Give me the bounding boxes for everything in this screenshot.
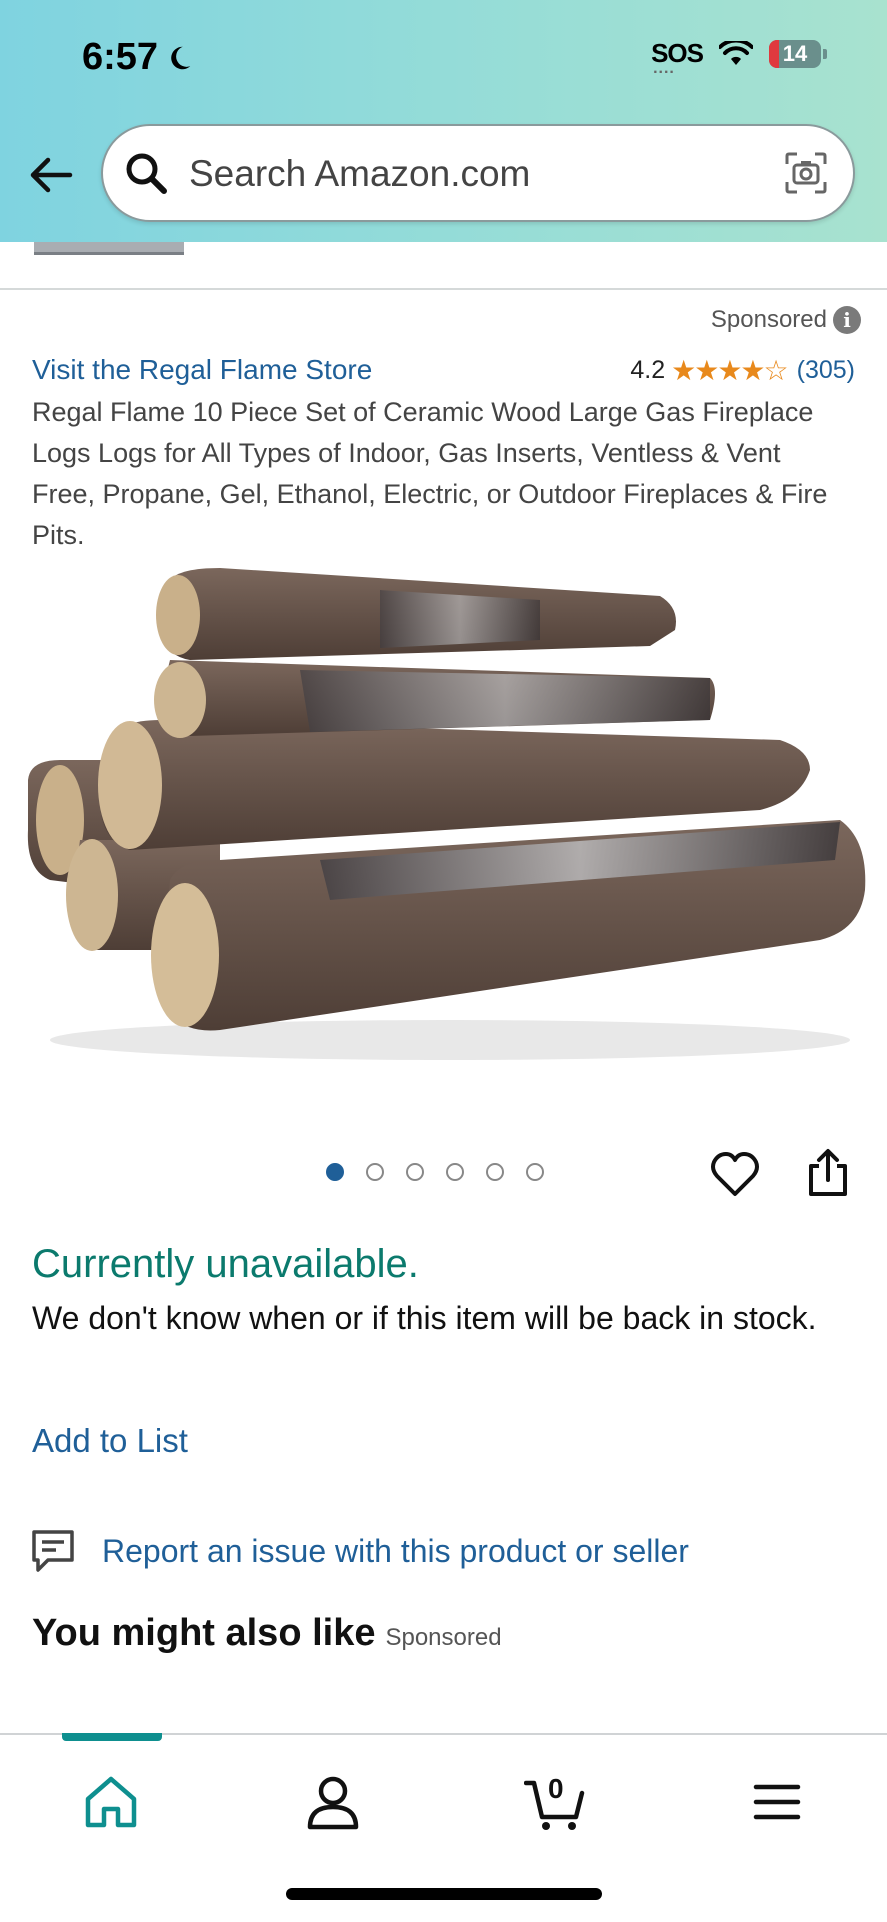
sponsored-text: Sponsored	[710, 306, 827, 333]
availability-status: Currently unavailable.	[32, 1242, 419, 1286]
availability-message: We don't know when or if this item will …	[32, 1300, 817, 1336]
clock-text: 6:57	[82, 36, 159, 78]
battery-icon: 14	[769, 39, 821, 68]
status-indicators: SOS 14	[651, 38, 827, 78]
carousel-dot[interactable]	[446, 1163, 464, 1181]
carousel-dot[interactable]	[526, 1163, 544, 1181]
search-bar[interactable]	[101, 124, 855, 222]
sponsored-label[interactable]: Sponsored i	[711, 306, 861, 334]
camera-search-icon[interactable]	[783, 150, 829, 196]
previous-item-strip	[0, 242, 887, 290]
nav-home[interactable]	[76, 1767, 146, 1837]
cart-count: 0	[548, 1773, 564, 1804]
wifi-icon	[719, 40, 753, 65]
back-arrow-icon[interactable]	[26, 150, 76, 200]
search-input[interactable]	[187, 146, 751, 202]
add-to-list-link[interactable]: Add to List	[32, 1422, 188, 1460]
review-count[interactable]: (305)	[797, 356, 855, 385]
carousel-dot[interactable]	[406, 1163, 424, 1181]
nav-account[interactable]	[298, 1767, 368, 1837]
carousel-dot[interactable]	[486, 1163, 504, 1181]
nav-cart[interactable]: 0	[520, 1767, 590, 1837]
rating-value: 4.2	[630, 356, 666, 384]
recommendations-header: You might also like Sponsored	[32, 1612, 502, 1655]
product-title: Regal Flame 10 Piece Set of Ceramic Wood…	[32, 397, 828, 550]
product-image[interactable]	[20, 560, 868, 1070]
report-issue-link[interactable]: Report an issue with this product or sel…	[30, 1528, 689, 1574]
report-issue-text[interactable]: Report an issue with this product or sel…	[102, 1533, 689, 1570]
carousel-dot[interactable]	[326, 1163, 344, 1181]
home-indicator	[286, 1888, 602, 1900]
nav-menu[interactable]	[742, 1767, 812, 1837]
previous-item-thumbnail	[34, 242, 184, 255]
image-carousel-dots[interactable]	[326, 1163, 544, 1181]
product-rating[interactable]: 4.2 ★★★★☆ (305)	[630, 354, 855, 387]
hamburger-menu-icon	[753, 1784, 801, 1820]
feedback-icon	[32, 1530, 74, 1572]
battery-nub	[823, 48, 827, 59]
app-header: 6:57 SOS 14	[0, 0, 887, 242]
carousel-dot[interactable]	[366, 1163, 384, 1181]
moon-icon	[171, 46, 191, 69]
active-tab-indicator	[62, 1733, 162, 1741]
recommendations-heading: You might also like	[32, 1612, 376, 1654]
status-time: 6:57	[82, 36, 194, 79]
recommendations-sponsored: Sponsored	[385, 1624, 502, 1651]
account-icon	[307, 1776, 359, 1830]
home-icon	[85, 1776, 137, 1828]
sos-indicator: SOS	[651, 38, 704, 78]
search-icon	[126, 153, 167, 194]
store-link[interactable]: Visit the Regal Flame Store	[32, 354, 372, 386]
rating-stars-icon: ★★★★☆	[671, 355, 789, 386]
heart-icon[interactable]	[710, 1150, 760, 1200]
battery-level: 14	[782, 40, 808, 66]
info-icon[interactable]: i	[833, 306, 861, 334]
share-icon[interactable]	[806, 1148, 850, 1198]
